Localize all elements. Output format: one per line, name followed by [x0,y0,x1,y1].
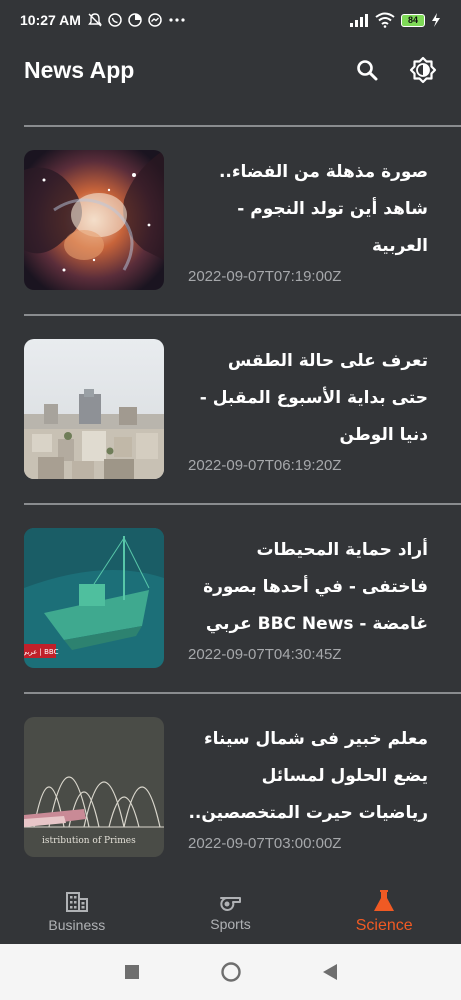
signal-icon [350,14,368,27]
article-date: 2022-09-07T04:30:45Z [188,646,342,663]
nav-item-science[interactable]: Science [307,880,461,944]
chalkboard-text: istribution of Primes [42,836,136,846]
app-bar: News App [0,40,461,100]
theme-toggle-button[interactable] [409,56,437,84]
system-nav-bar [0,944,461,1000]
flask-icon [374,890,395,911]
whatsapp-icon [108,13,122,27]
article-item[interactable]: صورة مذهلة من الفضاء.. شاهد أين تولد الن… [24,140,461,300]
status-left-icons [87,12,187,28]
search-button[interactable] [353,56,381,84]
more-dots-icon [169,18,185,22]
building-icon [65,892,88,912]
article-title: تعرف على حالة الطقس حتى بداية الأسبوع ال… [199,351,428,445]
article-item[interactable]: تعرف على حالة الطقس حتى بداية الأسبوع ال… [24,329,461,489]
article-thumbnail: istribution of Primes [24,717,164,857]
status-right-icons: 84 [349,12,441,28]
divider [24,692,461,694]
article-body: صورة مذهلة من الفضاء.. شاهد أين تولد الن… [188,140,428,300]
mute-icon [88,13,102,27]
article-thumbnail: عربي | BBC [24,528,164,668]
data-saver-icon [128,13,142,27]
article-item[interactable]: istribution of Primes معلم خبير فى شمال … [24,707,461,867]
app-title: News App [24,56,135,83]
messenger-icon [148,13,162,27]
back-icon[interactable] [322,963,338,981]
app-actions [353,56,437,84]
article-date: 2022-09-07T07:19:00Z [188,268,342,285]
article-title: معلم خبير فى شمال سيناء يضع الحلول لمسائ… [188,729,428,823]
nav-label-sports: Sports [210,916,251,932]
article-date: 2022-09-07T06:19:20Z [188,457,342,474]
article-date: 2022-09-07T03:00:00Z [188,835,342,852]
article-title: صورة مذهلة من الفضاء.. شاهد أين تولد الن… [218,162,428,256]
divider [24,125,461,127]
bottom-nav: Business Sports Science [0,880,461,944]
divider [24,314,461,316]
article-item[interactable]: عربي | BBC أراد حماية المحيطات فاختفى - … [24,518,461,678]
whistle-icon [219,897,241,911]
bbc-badge: عربي | BBC [24,648,59,656]
article-title: أراد حماية المحيطات فاختفى - في أحدها بص… [203,540,428,634]
nav-item-business[interactable]: Business [0,880,154,944]
nav-label-business: Business [48,917,106,933]
article-body: معلم خبير فى شمال سيناء يضع الحلول لمسائ… [188,707,428,867]
article-thumbnail [24,339,164,479]
battery-icon: 84 [401,13,425,27]
divider [24,503,461,505]
nav-label-science: Science [355,917,413,934]
article-body: تعرف على حالة الطقس حتى بداية الأسبوع ال… [188,329,428,489]
article-body: أراد حماية المحيطات فاختفى - في أحدها بص… [188,518,428,678]
charging-icon [432,13,440,27]
nav-item-sports[interactable]: Sports [154,880,308,944]
search-icon [357,60,378,81]
status-bar: 10:27 AM 84 [0,0,461,40]
article-thumbnail [24,150,164,290]
theme-toggle-icon [409,56,437,84]
status-time: 10:27 AM [20,12,81,28]
wifi-icon [375,12,395,28]
recents-icon[interactable] [124,964,140,980]
home-icon[interactable] [220,961,242,983]
